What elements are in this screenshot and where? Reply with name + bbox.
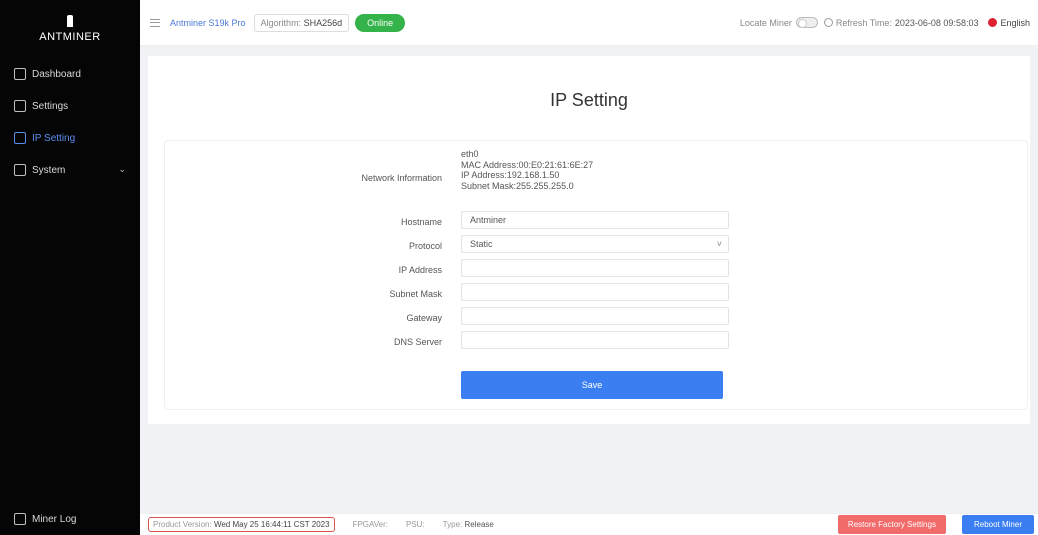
firmware-type: Type: Release — [443, 520, 494, 529]
network-info-label: Network Information — [361, 173, 442, 183]
netinfo-line: Subnet Mask:255.255.255.0 — [461, 180, 574, 191]
subnet-mask-input[interactable] — [461, 283, 729, 301]
page-title: IP Setting — [550, 90, 628, 110]
miner-model: Antminer S19k Pro — [170, 17, 246, 28]
protocol-label: Protocol — [408, 241, 442, 251]
product-version: Product Version: Wed May 25 16:44:11 CST… — [148, 517, 335, 532]
netinfo-line: IP Address:192.168.1.50 — [461, 170, 560, 180]
sidebar-item-system[interactable]: System ⌄ — [0, 154, 140, 186]
chevron-down-icon: ⌄ — [118, 164, 126, 174]
sidebar-item-ip-setting[interactable]: IP Setting — [0, 122, 140, 154]
locate-miner-label: Locate Miner — [739, 17, 792, 28]
logo: ANTMINER — [0, 0, 140, 58]
netinfo-line: MAC Address:00:E0:21:61:6E:27 — [461, 159, 594, 170]
settings-icon — [14, 100, 26, 112]
ip-setting-icon — [14, 132, 26, 144]
gateway-label: Gateway — [406, 313, 442, 323]
network-info: eth0 MAC Address:00:E0:21:61:6E:27 IP Ad… — [461, 149, 593, 191]
dashboard-icon — [14, 68, 26, 80]
status-badge: Online — [355, 13, 406, 32]
refresh-time-label: Refresh Time: — [835, 17, 892, 28]
antminer-logo-icon — [67, 15, 73, 27]
sidebar-item-dashboard[interactable]: Dashboard — [0, 58, 140, 90]
subnet-mask-label: Subnet Mask — [389, 289, 442, 299]
netinfo-line: eth0 — [461, 149, 479, 159]
ip-address-label: IP Address — [398, 265, 442, 275]
restore-factory-button[interactable]: Restore Factory Settings — [837, 515, 946, 534]
protocol-value: Static — [470, 239, 493, 249]
clock-icon — [823, 18, 833, 27]
globe-icon — [988, 18, 998, 27]
ip-address-input[interactable] — [461, 259, 729, 277]
sidebar: ANTMINER Dashboard Settings IP Setting S… — [0, 0, 140, 535]
header-right: Locate Miner Refresh Time: 2023-06-08 09… — [740, 17, 1038, 28]
refresh-time-value: 2023-06-08 09:58:03 — [894, 17, 979, 28]
top-header: Antminer S19k Pro Algorithm: SHA256d Onl… — [140, 0, 1038, 46]
protocol-select[interactable]: Static ˅ — [461, 235, 729, 253]
menu-icon[interactable] — [150, 18, 160, 27]
main-card: IP Setting Network Information eth0 MAC … — [148, 56, 1030, 424]
hostname-label: Hostname — [400, 217, 442, 227]
logo-text: ANTMINER — [39, 31, 101, 43]
type-value: Release — [464, 520, 494, 529]
footer: Product Version: Wed May 25 16:44:11 CST… — [140, 513, 1038, 535]
version-label: Product Version: — [153, 520, 212, 529]
log-icon — [14, 513, 26, 525]
hostname-input[interactable]: Antminer — [461, 211, 729, 229]
algorithm-badge: Algorithm: SHA256d — [253, 13, 350, 32]
gateway-input[interactable] — [461, 307, 729, 325]
system-icon — [14, 164, 26, 176]
reboot-miner-button[interactable]: Reboot Miner — [961, 515, 1034, 534]
sidebar-item-miner-log[interactable]: Miner Log — [0, 505, 76, 533]
type-label: Type: — [442, 520, 463, 529]
language-selector[interactable]: English — [1000, 18, 1030, 28]
chevron-down-icon: ˅ — [716, 239, 722, 249]
sidebar-item-settings[interactable]: Settings — [0, 90, 140, 122]
algorithm-value: SHA256d — [303, 17, 343, 28]
sidebar-item-label: Miner Log — [32, 513, 77, 525]
ip-setting-form: Network Information eth0 MAC Address:00:… — [164, 140, 1028, 410]
psu-info: PSU: — [406, 520, 425, 529]
algorithm-label: Algorithm: — [260, 17, 302, 28]
sidebar-item-label: IP Setting — [32, 132, 76, 144]
locate-miner-toggle[interactable] — [795, 17, 818, 28]
save-button[interactable]: Save — [461, 371, 723, 399]
sidebar-item-label: Dashboard — [32, 68, 81, 80]
dns-server-label: DNS Server — [393, 337, 442, 347]
dns-server-input[interactable] — [461, 331, 729, 349]
sidebar-item-label: System — [32, 164, 66, 176]
version-value: Wed May 25 16:44:11 CST 2023 — [213, 520, 330, 529]
fpga-version: FPGAVer: — [352, 520, 388, 529]
sidebar-item-label: Settings — [32, 100, 69, 112]
